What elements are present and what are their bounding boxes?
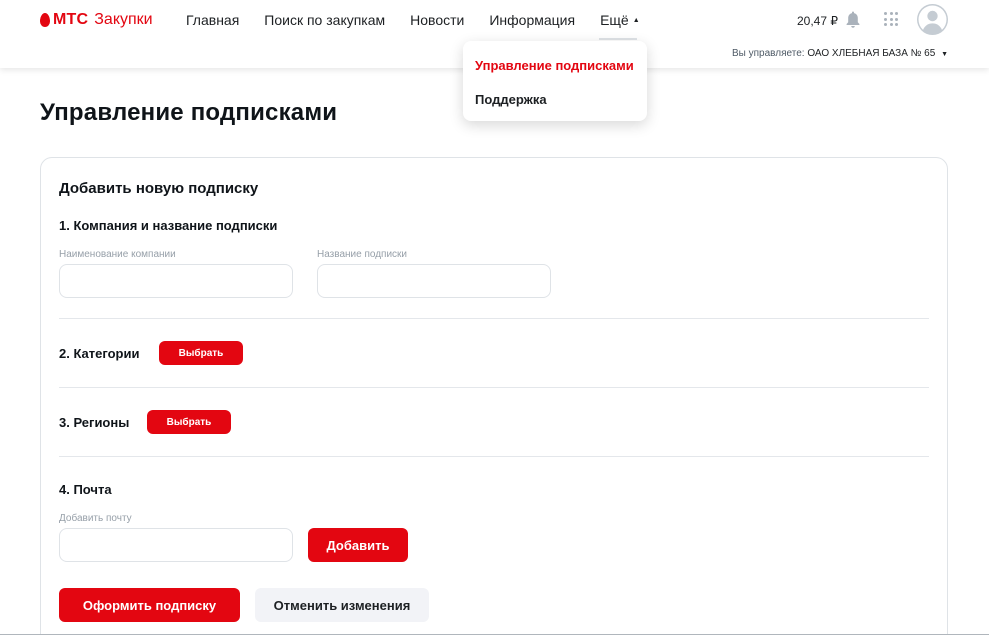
section-divider xyxy=(59,387,929,388)
section-company-title: 1. Компания и название подписки xyxy=(59,218,278,233)
select-categories-button[interactable]: Выбрать xyxy=(159,341,243,365)
section-divider xyxy=(59,318,929,319)
managed-company-selector[interactable]: Вы управляете: ОАО ХЛЕБНАЯ БАЗА № 65 ▼ xyxy=(732,48,948,59)
caret-down-icon: ▼ xyxy=(941,51,948,58)
form-title: Добавить новую подписку xyxy=(59,180,259,197)
nav-item-info[interactable]: Информация xyxy=(489,12,575,28)
manager-label: Вы управляете: xyxy=(732,48,805,59)
page-title: Управление подписками xyxy=(40,99,338,126)
account-balance[interactable]: 20,47 ₽ xyxy=(797,14,838,28)
nav-item-news[interactable]: Новости xyxy=(410,12,464,28)
mts-logo[interactable]: МТС Закупки xyxy=(40,11,153,29)
submit-subscription-button[interactable]: Оформить подписку xyxy=(59,588,240,622)
caret-up-icon: ▲ xyxy=(632,16,640,24)
section-regions-title: 3. Регионы xyxy=(59,415,130,430)
section-divider xyxy=(59,456,929,457)
section-email-title: 4. Почта xyxy=(59,482,112,497)
menu-item-subscriptions[interactable]: Управление подписками xyxy=(475,58,634,73)
company-name-label: Наименование компании xyxy=(59,249,176,260)
main-nav: Главная Поиск по закупкам Новости Информ… xyxy=(186,12,665,40)
add-email-button[interactable]: Добавить xyxy=(308,528,408,562)
subscription-name-label: Название подписки xyxy=(317,249,408,260)
logo-subtitle: Закупки xyxy=(94,11,153,28)
subscription-name-input[interactable] xyxy=(317,264,551,298)
user-avatar-icon[interactable] xyxy=(917,4,948,35)
cancel-changes-button[interactable]: Отменить изменения xyxy=(255,588,429,622)
nav-more-label: Ещё xyxy=(600,12,629,28)
nav-item-more[interactable]: Ещё ▲ xyxy=(599,12,640,40)
section-categories-title: 2. Категории xyxy=(59,346,140,361)
email-input[interactable] xyxy=(59,528,293,562)
more-dropdown-menu: Управление подписками Поддержка xyxy=(463,41,647,121)
apps-grid-icon[interactable] xyxy=(884,12,898,26)
nav-more-indicator xyxy=(599,38,638,40)
select-regions-button[interactable]: Выбрать xyxy=(147,410,231,434)
logo-brand: МТС xyxy=(53,11,89,28)
mts-egg-icon xyxy=(40,13,50,27)
bell-icon[interactable] xyxy=(846,11,860,28)
window-bottom-edge xyxy=(0,634,989,639)
nav-item-home[interactable]: Главная xyxy=(186,12,239,28)
subscription-form-card: Добавить новую подписку 1. Компания и на… xyxy=(40,157,948,639)
company-name-input[interactable] xyxy=(59,264,293,298)
email-label: Добавить почту xyxy=(59,513,132,524)
manager-value: ОАО ХЛЕБНАЯ БАЗА № 65 xyxy=(807,48,936,59)
menu-item-support[interactable]: Поддержка xyxy=(475,92,547,107)
nav-item-search[interactable]: Поиск по закупкам xyxy=(264,12,385,28)
